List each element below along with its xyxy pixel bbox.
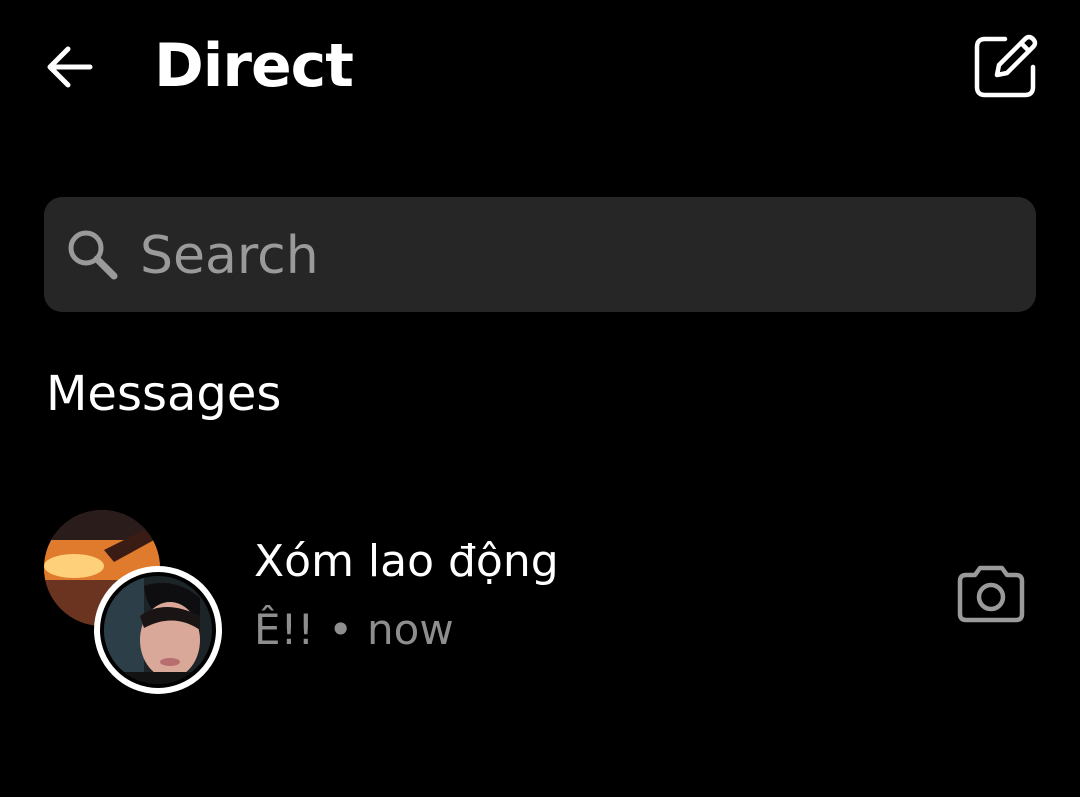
preview-time: now bbox=[367, 605, 454, 654]
avatar bbox=[100, 572, 216, 688]
header: Direct bbox=[0, 0, 1080, 140]
thread-preview: Ê!! • now bbox=[254, 602, 454, 658]
preview-text: Ê!! bbox=[254, 605, 315, 654]
group-avatar bbox=[44, 510, 222, 694]
camera-button[interactable] bbox=[952, 554, 1030, 632]
messages-heading: Messages bbox=[46, 366, 282, 422]
search-icon bbox=[68, 230, 118, 280]
thread-list-item[interactable]: Xóm lao động Ê!! • now bbox=[30, 490, 1060, 694]
camera-icon bbox=[957, 565, 1025, 623]
back-button[interactable] bbox=[38, 36, 100, 98]
arrow-left-icon bbox=[47, 46, 93, 88]
page-title: Direct bbox=[154, 31, 354, 101]
compose-edit-icon bbox=[974, 34, 1038, 98]
compose-button[interactable] bbox=[966, 28, 1044, 106]
preview-separator: • bbox=[328, 605, 353, 654]
search-input[interactable] bbox=[140, 214, 1000, 298]
avatar-front-ring bbox=[94, 566, 222, 694]
thread-name: Xóm lao động bbox=[254, 536, 559, 587]
